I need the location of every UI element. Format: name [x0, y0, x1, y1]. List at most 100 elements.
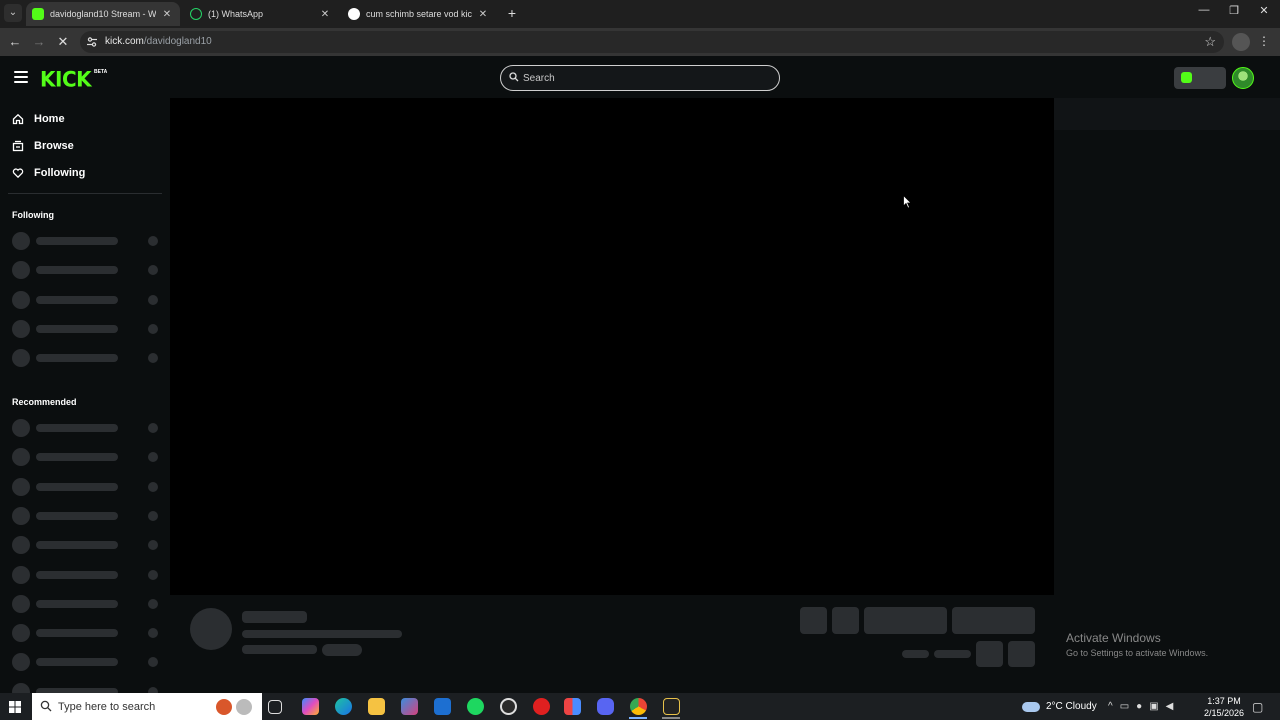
app-icon[interactable]: [564, 698, 581, 715]
channel-skeleton-row: [12, 653, 162, 672]
weather-widget[interactable]: 2°C Cloudy: [1022, 693, 1097, 720]
avatar-skeleton: [12, 506, 30, 525]
name-skeleton: [36, 482, 118, 491]
avatar-skeleton: [12, 653, 30, 672]
microphone-icon[interactable]: ●: [1136, 701, 1142, 712]
channel-skeleton-row: [12, 319, 162, 338]
close-icon[interactable]: ✕: [318, 9, 332, 20]
system-tray: ^ ▭ ● ▣ ◀: [1108, 693, 1173, 720]
status-skeleton: [148, 236, 158, 246]
sidebar-item-home[interactable]: Home: [12, 110, 65, 128]
avatar-skeleton: [12, 349, 30, 368]
chevron-up-icon[interactable]: ^: [1108, 701, 1113, 712]
browser-tab-bar: ⌄ davidogland10 Stream - Watch ✕ (1) Wha…: [0, 0, 1280, 28]
channel-skeleton-row: [12, 594, 162, 613]
task-view-icon[interactable]: [268, 700, 282, 714]
channel-skeleton-row: [12, 448, 162, 467]
kicks-button[interactable]: [1174, 67, 1226, 89]
tab-kick[interactable]: davidogland10 Stream - Watch ✕: [26, 2, 180, 26]
stream-info-loading: [170, 595, 1054, 691]
whatsapp-favicon-icon: [190, 8, 202, 20]
streamer-avatar-skeleton: [190, 608, 232, 650]
status-skeleton: [148, 540, 158, 551]
name-skeleton: [36, 237, 118, 245]
taskbar-clock[interactable]: 1:37 PM 2/15/2026: [1198, 695, 1250, 719]
channel-skeleton-row: [12, 261, 162, 280]
more-button-skeleton: [1008, 641, 1035, 667]
status-skeleton: [148, 481, 158, 492]
tab-whatsapp[interactable]: (1) WhatsApp ✕: [184, 2, 338, 26]
back-icon[interactable]: ←: [7, 34, 23, 50]
new-tab-icon[interactable]: +: [505, 5, 519, 21]
streamer-name-skeleton: [242, 611, 307, 623]
file-explorer-icon[interactable]: [368, 698, 385, 715]
activate-subtitle: Go to Settings to activate Windows.: [1066, 648, 1209, 658]
notification-icon[interactable]: ▢: [1252, 693, 1263, 720]
windows-start-icon[interactable]: [9, 701, 21, 713]
window-close-icon[interactable]: ✕: [1256, 4, 1272, 17]
status-skeleton: [148, 423, 158, 433]
browse-icon: [12, 140, 24, 152]
name-skeleton: [36, 453, 118, 462]
avatar-skeleton: [12, 290, 30, 309]
site-info-icon[interactable]: [86, 36, 98, 48]
channel-skeleton-row: [12, 290, 162, 309]
opera-icon[interactable]: [533, 698, 550, 715]
clock-date: 2/15/2026: [1203, 708, 1245, 718]
taskbar-search-placeholder: Type here to search: [58, 701, 156, 713]
bookmark-star-icon[interactable]: ☆: [1204, 34, 1216, 50]
profile-avatar[interactable]: [1232, 33, 1250, 51]
store-icon[interactable]: [401, 698, 418, 715]
minimize-icon[interactable]: —: [1196, 4, 1212, 16]
kick-logo[interactable]: KICK: [40, 66, 92, 91]
tab-search-icon[interactable]: ⌄: [4, 4, 22, 22]
status-skeleton: [148, 294, 158, 305]
close-icon[interactable]: ✕: [476, 9, 490, 20]
hamburger-menu-icon[interactable]: [14, 71, 28, 83]
chrome-icon[interactable]: [630, 698, 647, 715]
sidebar-item-label: Following: [34, 167, 86, 179]
tab-google[interactable]: cum schimb setare vod kick - C ✕: [342, 2, 496, 26]
tab-title: cum schimb setare vod kick - C: [366, 9, 472, 19]
kebab-menu-icon[interactable]: ⋮: [1258, 34, 1270, 48]
mouse-cursor-icon: [903, 195, 912, 209]
network-icon[interactable]: ▣: [1149, 701, 1158, 712]
volume-icon[interactable]: ◀: [1166, 701, 1174, 712]
avatar-skeleton: [12, 565, 30, 584]
terminal-icon[interactable]: [663, 698, 680, 715]
chat-panel-header: [1054, 98, 1280, 130]
discord-icon[interactable]: [597, 698, 614, 715]
sidebar-item-following[interactable]: Following: [12, 164, 85, 182]
user-avatar[interactable]: [1232, 67, 1254, 89]
battery-icon[interactable]: ▭: [1120, 701, 1129, 712]
avatar-skeleton: [12, 319, 30, 338]
tab-title: (1) WhatsApp: [208, 9, 264, 19]
sidebar-item-browse[interactable]: Browse: [12, 137, 74, 155]
name-skeleton: [36, 266, 118, 275]
search-input[interactable]: Search: [500, 65, 780, 91]
address-bar[interactable]: kick.com/davidogland10 ☆: [80, 31, 1224, 53]
edge-icon[interactable]: [335, 698, 352, 715]
google-favicon-icon: [348, 8, 360, 20]
recommended-section-title: Recommended: [12, 397, 77, 407]
subscribe-button-skeleton: [952, 607, 1035, 634]
following-section-title: Following: [12, 210, 54, 220]
beta-badge: BETA: [94, 69, 108, 75]
share-button-skeleton: [976, 641, 1003, 667]
avatar-skeleton: [12, 477, 30, 496]
action-button-skeleton: [800, 607, 827, 634]
weather-text: 2°C Cloudy: [1046, 701, 1097, 712]
outlook-icon[interactable]: [434, 698, 451, 715]
action-button-skeleton: [832, 607, 859, 634]
restore-icon[interactable]: ❐: [1226, 4, 1242, 17]
channel-skeleton-row: [12, 506, 162, 525]
forward-icon[interactable]: →: [31, 34, 47, 50]
video-player[interactable]: [170, 98, 1054, 595]
taskbar-search-input[interactable]: Type here to search: [32, 693, 262, 720]
spotify-icon[interactable]: [467, 698, 484, 715]
clock-app-icon[interactable]: [500, 698, 517, 715]
copilot-icon[interactable]: [302, 698, 319, 715]
stop-icon[interactable]: ✕: [55, 34, 71, 50]
close-icon[interactable]: ✕: [160, 9, 174, 20]
name-skeleton: [36, 629, 118, 638]
